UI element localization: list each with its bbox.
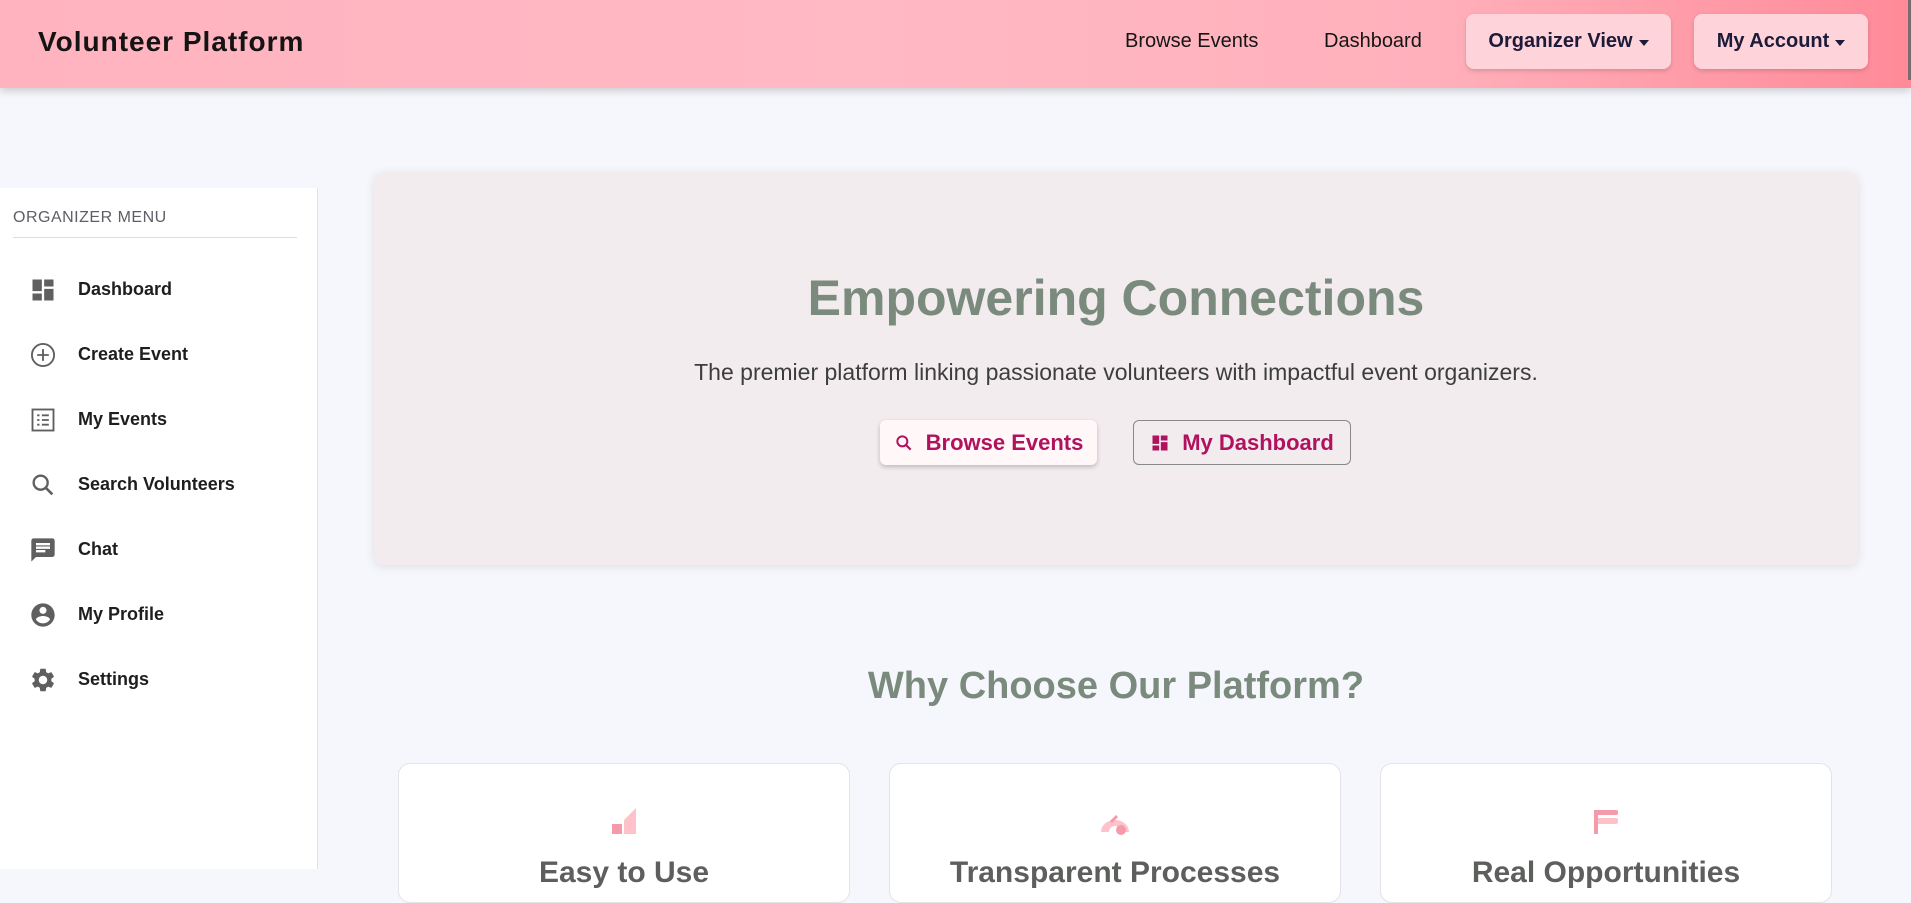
hero-subtitle: The premier platform linking passionate … [694,359,1538,385]
signal-bars-icon [608,804,640,836]
gauge-icon [1099,804,1131,836]
sidebar-item-label: Dashboard [78,279,173,299]
sidebar-divider [13,237,297,238]
sidebar-item-my-events[interactable]: My Events [0,392,317,448]
caret-down-icon [1638,39,1649,46]
sidebar-item-settings[interactable]: Settings [0,652,317,708]
top-navbar: Volunteer Platform Browse Events Dashboa… [0,0,1911,88]
feature-card-title: Real Opportunities [1471,856,1741,889]
feature-card: Transparent Processes [889,763,1341,903]
sidebar-item-dashboard[interactable]: Dashboard [0,262,317,318]
dashboard-icon [1152,435,1168,450]
account-circle-icon [29,601,57,629]
nav-dashboard-link[interactable]: Dashboard [1324,30,1422,53]
search-icon [895,434,912,450]
sidebar-item-label: Create Event [78,344,189,364]
my-account-label: My Account [1716,30,1830,52]
sidebar-item-label: Search Volunteers [78,474,235,494]
my-dashboard-button[interactable]: My Dashboard [1133,420,1351,465]
search-icon [29,471,57,499]
my-account-dropdown[interactable]: My Account [1694,14,1868,69]
sidebar-item-label: My Events [78,409,168,429]
organizer-sidebar: ORGANIZER MENU Dashboard Create Event My… [0,188,318,869]
sidebar-item-chat[interactable]: Chat [0,522,317,578]
sidebar-item-label: Chat [78,539,118,559]
organizer-view-label: Organizer View [1488,30,1633,52]
hero-title: Empowering Connections [807,270,1425,326]
caret-down-icon [1835,39,1846,46]
my-dashboard-label: My Dashboard [1182,429,1334,455]
sidebar-item-create-event[interactable]: Create Event [0,327,317,383]
sidebar-item-search-volunteers[interactable]: Search Volunteers [0,457,317,513]
browse-events-button[interactable]: Browse Events [880,420,1097,465]
browse-events-label: Browse Events [925,429,1084,455]
list-icon [29,406,57,434]
feature-card-title: Easy to Use [538,856,710,889]
hero-banner: Empowering Connections The premier platf… [374,172,1858,565]
nav-browse-events-link[interactable]: Browse Events [1125,30,1258,53]
feature-card: Real Opportunities [1380,763,1832,903]
organizer-view-dropdown[interactable]: Organizer View [1466,14,1671,69]
sidebar-item-my-profile[interactable]: My Profile [0,587,317,643]
dashboard-icon [29,276,57,304]
why-choose-heading: Why Choose Our Platform? [867,665,1365,707]
gear-icon [29,666,57,694]
feature-card-title: Transparent Processes [949,856,1281,889]
sidebar-heading: ORGANIZER MENU [13,209,167,226]
chat-icon [29,536,57,564]
feature-card: Easy to Use [398,763,850,903]
brand-title[interactable]: Volunteer Platform [38,26,304,58]
sidebar-item-label: My Profile [78,604,165,624]
add-circle-icon [29,341,57,369]
sidebar-item-label: Settings [78,669,150,689]
flag-icon [1590,804,1622,836]
